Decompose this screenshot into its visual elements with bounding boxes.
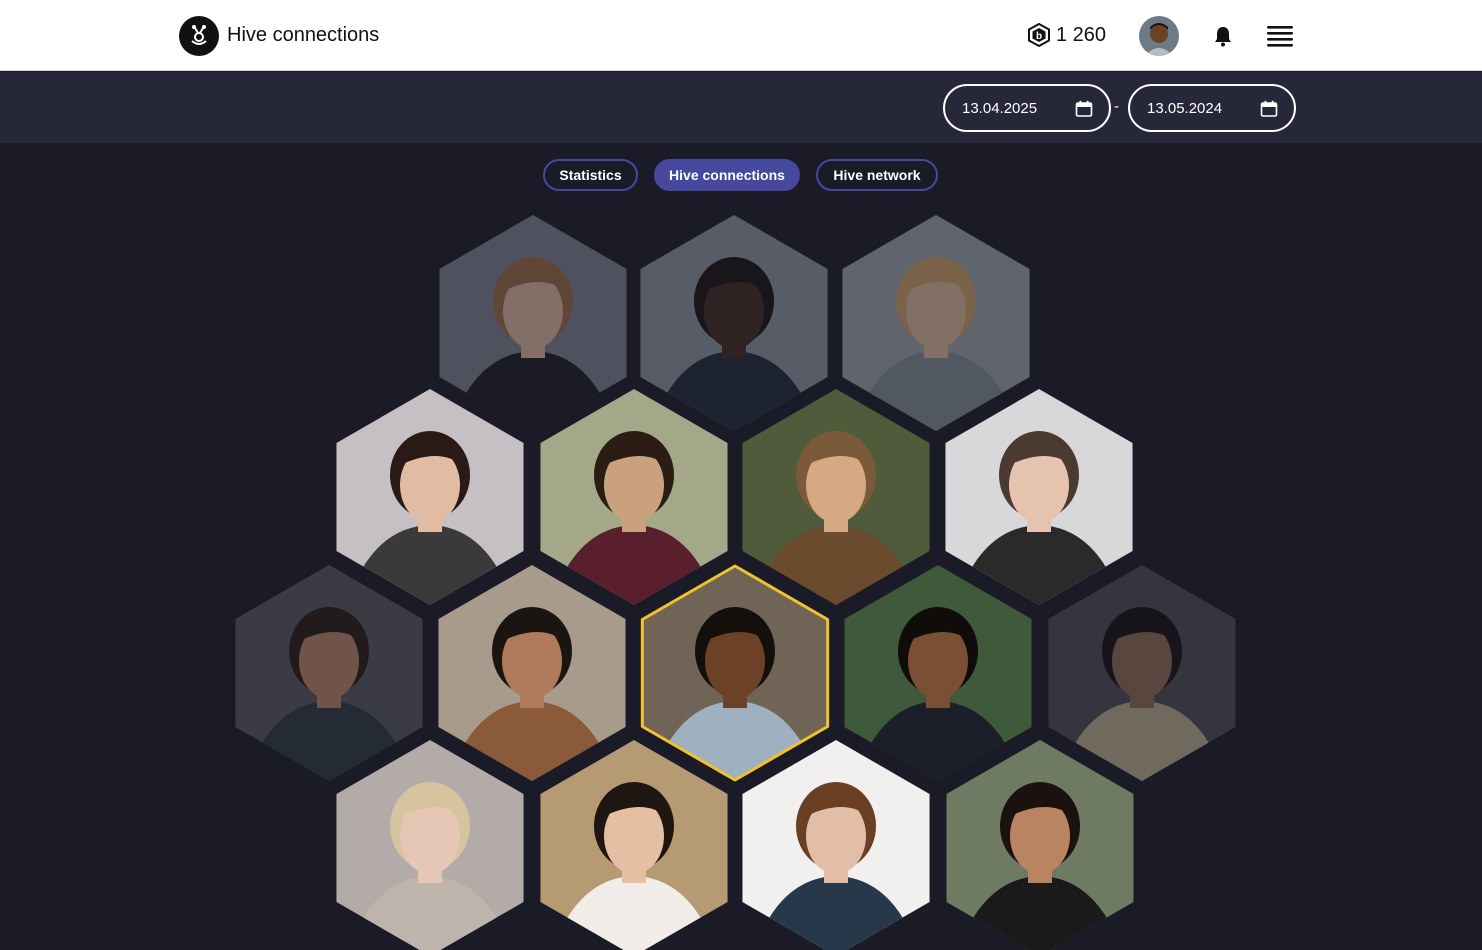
coin-count: 1 260 bbox=[1056, 23, 1107, 46]
hive-cell-man-sunglasses[interactable] bbox=[637, 211, 830, 435]
hive-cell-man-glasses-curly[interactable] bbox=[537, 385, 730, 609]
hive-cell-bald-bearded-man[interactable] bbox=[942, 385, 1135, 609]
hive-cell-blonde-woman[interactable] bbox=[333, 736, 526, 950]
hive-cell-man-street-jacket[interactable] bbox=[1045, 561, 1238, 785]
calendar-icon[interactable] bbox=[1075, 100, 1093, 118]
tab-hive-network[interactable]: Hive network bbox=[816, 159, 938, 191]
hive-cell-bearded-man-beanie[interactable] bbox=[435, 561, 628, 785]
bee-logo-icon[interactable] bbox=[179, 16, 219, 56]
bell-icon[interactable] bbox=[1211, 24, 1235, 48]
coin-balance[interactable]: b 1 260 bbox=[1028, 23, 1106, 47]
hive-cell-woman-dark-hair[interactable] bbox=[943, 736, 1136, 950]
hive-cell-young-man-smiling[interactable] bbox=[839, 211, 1032, 435]
hive-cell-young-man-brown-hair[interactable] bbox=[739, 736, 932, 950]
calendar-icon[interactable] bbox=[1260, 100, 1278, 118]
tab-statistics[interactable]: Statistics bbox=[543, 159, 638, 191]
avatar[interactable] bbox=[1139, 16, 1179, 56]
tab-hive-connections[interactable]: Hive connections bbox=[654, 159, 800, 191]
hive-cell-smiling-young-man[interactable] bbox=[638, 561, 831, 785]
hamburger-menu-icon[interactable] bbox=[1266, 24, 1294, 48]
hive-cell-curly-man-smiling[interactable] bbox=[232, 561, 425, 785]
svg-text:b: b bbox=[1036, 31, 1042, 42]
date-from-field[interactable]: 13.04.2025 bbox=[943, 84, 1111, 132]
app-title: Hive connections bbox=[227, 24, 380, 46]
hive-cell-woman-long-hair[interactable] bbox=[436, 211, 629, 435]
date-to-value: 13.05.2024 bbox=[1147, 99, 1223, 117]
date-separator: - bbox=[1114, 98, 1119, 115]
date-range-bar: 13.04.2025 - 13.05.2024 bbox=[0, 72, 1482, 143]
b-coin-icon: b bbox=[1028, 23, 1050, 47]
hive-cell-woman-tank-top[interactable] bbox=[841, 561, 1034, 785]
view-tabs: Statistics Hive connections Hive network bbox=[0, 159, 1482, 191]
hive-cell-woman-hands-chin[interactable] bbox=[537, 736, 730, 950]
date-from-value: 13.04.2025 bbox=[962, 99, 1038, 117]
top-bar: Hive connections b 1 260 bbox=[0, 0, 1482, 71]
date-to-field[interactable]: 13.05.2024 bbox=[1128, 84, 1296, 132]
hive-cell-woman-bob-hair[interactable] bbox=[333, 385, 526, 609]
hive-cell-woman-hijab[interactable] bbox=[739, 385, 932, 609]
